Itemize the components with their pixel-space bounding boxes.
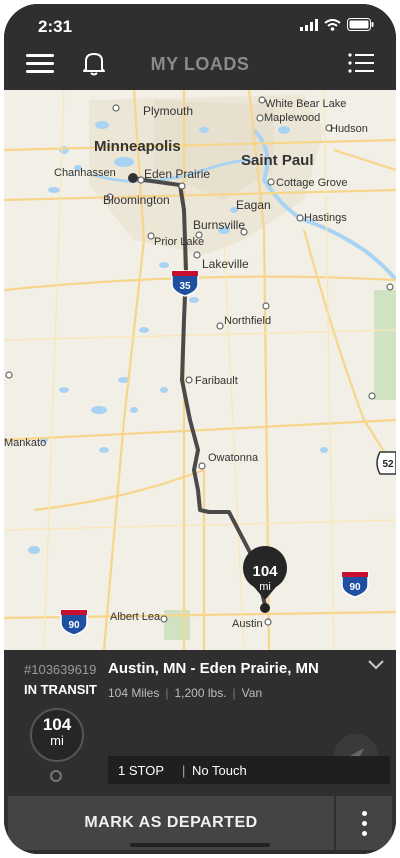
city-label-owatonna: Owatonna (208, 452, 259, 464)
city-label-northfield: Northfield (224, 315, 271, 327)
us-52-shield-icon: 52 (376, 451, 396, 475)
status-time: 2:31 (38, 17, 73, 36)
phone-screen: 2:31 MY LOADS Plymouth White Bear Lake M… (4, 4, 396, 854)
map-canvas: Plymouth White Bear Lake Maplewood Hudso… (4, 90, 396, 650)
city-label-mankato: Mankato (4, 437, 46, 449)
interstate-35-shield-icon: 35 (171, 270, 199, 297)
load-id: #103639619 (24, 662, 97, 677)
load-summary-panel[interactable]: #103639619 IN TRANSIT Austin, MN - Eden … (4, 650, 396, 796)
interstate-90-shield-icon: 90 (341, 571, 369, 598)
i90-west-label: 90 (68, 620, 80, 631)
route-origin-dot (128, 173, 138, 183)
city-label-cottage-grove: Cottage Grove (276, 177, 348, 189)
chevron-down-icon[interactable] (368, 660, 384, 670)
load-weight: 1,200 lbs. (174, 686, 227, 700)
more-options-icon[interactable] (336, 796, 392, 850)
city-label-prior-lake: Prior Lake (154, 236, 204, 248)
mark-as-departed-button[interactable]: MARK AS DEPARTED (8, 796, 334, 850)
page-title: MY LOADS (150, 54, 250, 74)
i90-east-label: 90 (349, 582, 361, 593)
city-label-hudson: Hudson (330, 123, 368, 135)
city-label-austin: Austin (232, 618, 263, 630)
city-label-burnsville: Burnsville (193, 218, 245, 232)
city-label-eagan: Eagan (236, 198, 271, 212)
distance-unit: mi (50, 733, 64, 748)
handling-type: No Touch (192, 763, 247, 778)
list-view-icon[interactable] (348, 52, 374, 74)
route-map[interactable]: Plymouth White Bear Lake Maplewood Hudso… (4, 90, 396, 650)
us52-label: 52 (382, 459, 394, 470)
stop-info-bar: 1 STOP | No Touch (108, 756, 390, 784)
stop-divider: | (182, 763, 186, 778)
interstate-90-shield-icon: 90 (60, 609, 88, 636)
city-label-maplewood: Maplewood (264, 112, 320, 124)
status-icons (300, 18, 374, 31)
route-destination-dot (260, 603, 270, 613)
distance-value: 104 (42, 715, 72, 734)
distance-pin-value: 104 (252, 563, 278, 580)
city-label-bloomington: Bloomington (103, 193, 170, 207)
load-miles: 104 Miles (108, 686, 160, 700)
city-label-lakeville: Lakeville (202, 257, 249, 271)
distance-pin-unit: mi (259, 581, 271, 593)
signal-icon (300, 18, 318, 31)
city-label-white-bear-lake: White Bear Lake (265, 98, 346, 110)
stop-count: 1 STOP (118, 763, 165, 778)
city-label-saint-paul: Saint Paul (241, 152, 314, 169)
city-label-hastings: Hastings (304, 212, 347, 224)
city-label-albert-lea: Albert Lea (110, 611, 161, 623)
destination-dot-icon (50, 770, 62, 782)
city-label-plymouth: Plymouth (143, 104, 193, 118)
route-title: Austin, MN - Eden Prairie, MN (108, 660, 319, 677)
top-nav-bar: MY LOADS (4, 44, 396, 90)
load-meta: 104 Miles | 1,200 lbs. | Van (108, 686, 263, 700)
distance-badge: 104 mi (30, 708, 84, 762)
wifi-icon (324, 18, 341, 31)
load-status-badge: IN TRANSIT (24, 682, 97, 697)
battery-icon (347, 18, 374, 31)
home-indicator (130, 843, 270, 847)
city-label-eden-prairie: Eden Prairie (144, 167, 210, 181)
park-area (374, 290, 396, 400)
distance-pin-marker[interactable]: 104 mi (243, 545, 288, 600)
city-label-faribault: Faribault (195, 375, 238, 387)
city-label-minneapolis: Minneapolis (94, 138, 181, 155)
status-bar: 2:31 (4, 4, 396, 44)
load-equipment: Van (241, 686, 263, 700)
i35-label: 35 (179, 281, 191, 292)
city-label-chanhassen: Chanhassen (54, 167, 116, 179)
